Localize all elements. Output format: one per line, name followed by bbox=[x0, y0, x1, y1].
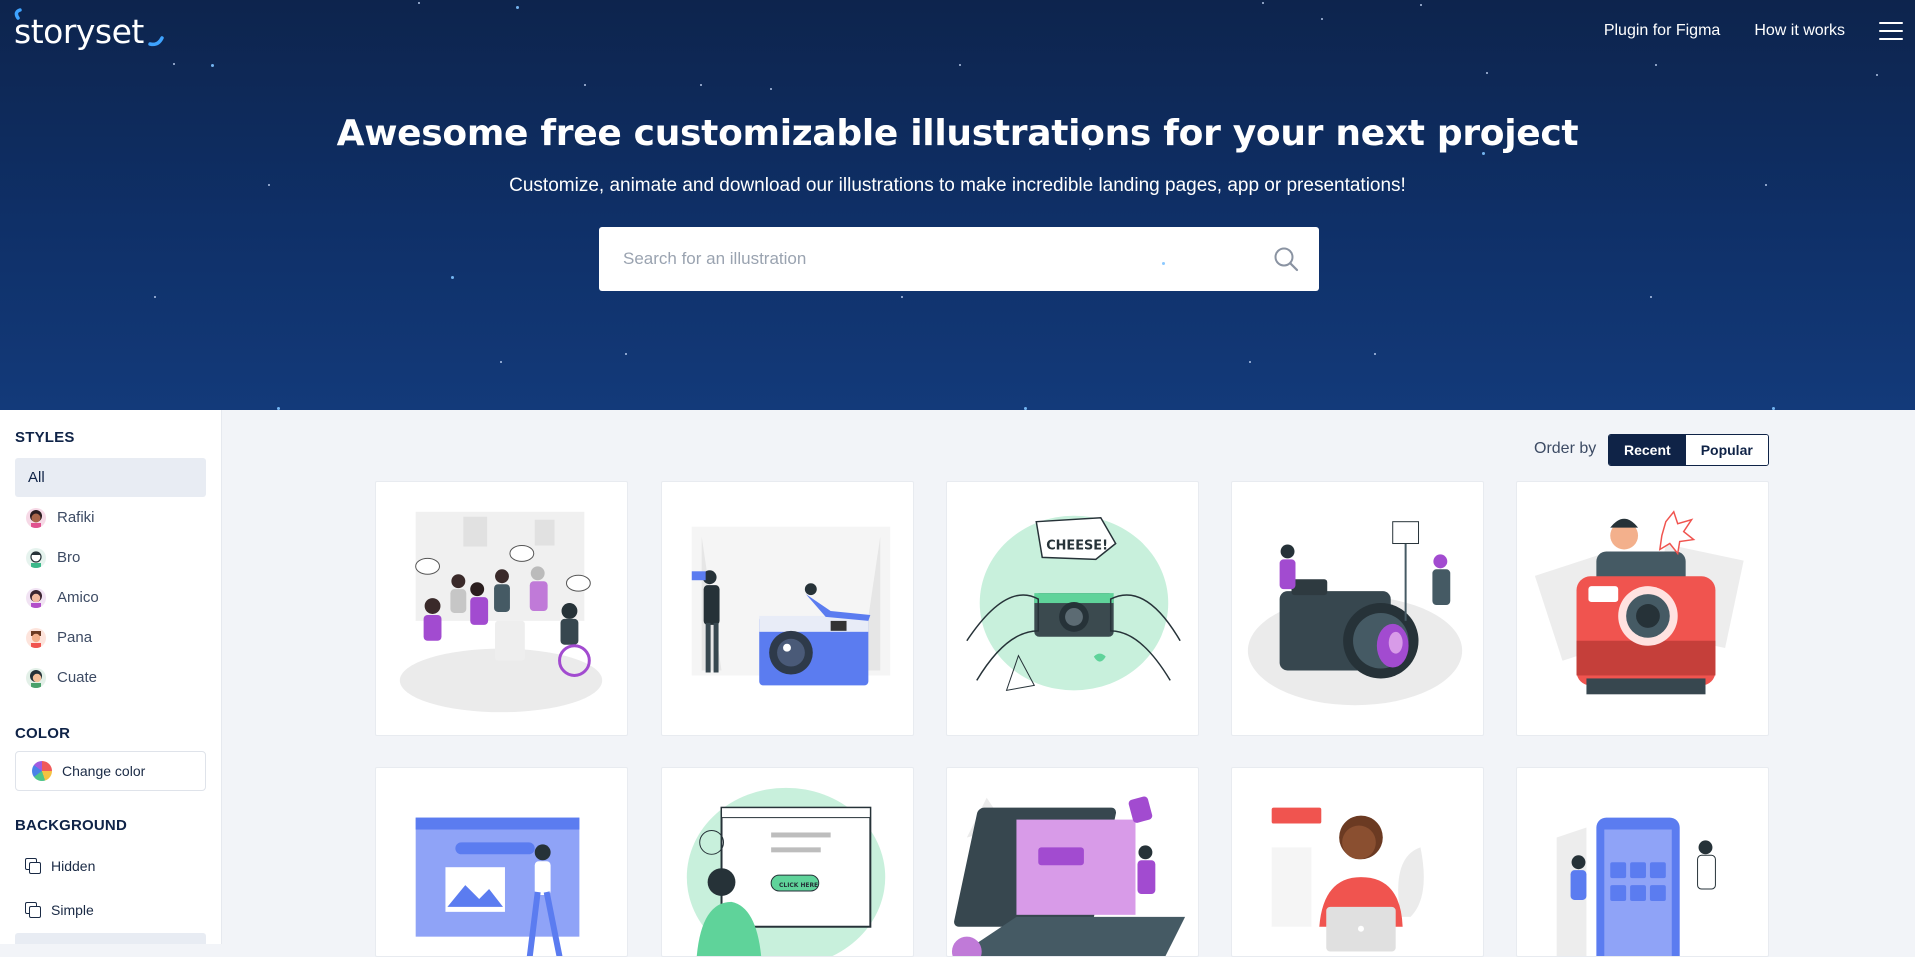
background-option-simple[interactable]: Simple bbox=[25, 902, 94, 918]
star-decoration bbox=[1374, 353, 1376, 355]
star-decoration bbox=[1876, 74, 1878, 76]
search-bar bbox=[599, 227, 1319, 291]
color-wheel-icon bbox=[32, 761, 52, 781]
background-option-partial[interactable] bbox=[15, 933, 206, 944]
illustration-card[interactable] bbox=[1231, 767, 1484, 957]
star-decoration bbox=[1321, 18, 1323, 20]
amico-avatar-icon bbox=[26, 587, 46, 608]
illustration-card[interactable] bbox=[946, 767, 1199, 957]
change-color-label: Change color bbox=[62, 763, 146, 779]
top-nav: Plugin for Figma How it works bbox=[1604, 22, 1845, 40]
nav-plugin-figma[interactable]: Plugin for Figma bbox=[1604, 22, 1721, 40]
nav-how-it-works[interactable]: How it works bbox=[1754, 22, 1845, 40]
star-decoration bbox=[1162, 262, 1165, 265]
camera-photoshoot-illustration bbox=[1247, 521, 1463, 706]
group-meeting-illustration bbox=[399, 511, 603, 713]
star-decoration bbox=[770, 88, 772, 90]
cheese-camera-illustration: CHEESE! bbox=[966, 515, 1181, 691]
photographer-studio-illustration bbox=[691, 526, 891, 686]
rafiki-avatar-icon bbox=[26, 507, 46, 528]
star-decoration bbox=[1486, 72, 1488, 74]
style-item-all[interactable]: All bbox=[15, 458, 206, 497]
bro-avatar-icon bbox=[26, 547, 46, 568]
star-decoration bbox=[1262, 2, 1264, 4]
background-title: BACKGROUND bbox=[15, 817, 127, 834]
search-icon[interactable] bbox=[1273, 246, 1299, 272]
illustration-card[interactable] bbox=[375, 481, 628, 736]
order-recent-button[interactable]: Recent bbox=[1609, 435, 1686, 465]
background-option-hidden[interactable]: Hidden bbox=[25, 858, 95, 874]
star-decoration bbox=[668, 262, 670, 264]
illustration-card[interactable] bbox=[1231, 481, 1484, 736]
order-toggle: Recent Popular bbox=[1608, 434, 1769, 466]
star-decoration bbox=[584, 84, 586, 86]
style-item-rafiki[interactable]: Rafiki bbox=[15, 498, 206, 537]
cheese-text: CHEESE! bbox=[1046, 538, 1108, 553]
styles-title: STYLES bbox=[15, 429, 75, 446]
cuate-avatar-icon bbox=[26, 667, 46, 688]
star-decoration bbox=[516, 6, 519, 9]
star-decoration bbox=[418, 2, 420, 4]
hero-title: Awesome free customizable illustrations … bbox=[336, 113, 1579, 154]
hero-subtitle: Customize, animate and download our illu… bbox=[509, 175, 1406, 196]
illustration-card[interactable] bbox=[661, 481, 914, 736]
star-decoration bbox=[959, 64, 961, 66]
instant-camera-illustration bbox=[1534, 510, 1744, 695]
style-item-amico[interactable]: Amico bbox=[15, 578, 206, 617]
illustration-card[interactable] bbox=[375, 767, 628, 957]
star-decoration bbox=[1655, 64, 1657, 66]
style-label: Amico bbox=[57, 589, 99, 606]
star-decoration bbox=[451, 276, 454, 279]
star-decoration bbox=[901, 296, 903, 298]
menu-icon[interactable] bbox=[1879, 22, 1903, 40]
illustration-card[interactable]: CHEESE! bbox=[946, 481, 1199, 736]
star-decoration bbox=[1249, 361, 1251, 363]
click-here-browser-illustration: CLICK HERE bbox=[686, 787, 886, 956]
layers-icon bbox=[25, 902, 41, 918]
style-item-bro[interactable]: Bro bbox=[15, 538, 206, 577]
change-color-button[interactable]: Change color bbox=[15, 751, 206, 791]
click-here-laptop-illustration bbox=[951, 796, 1186, 956]
click-here-text: CLICK HERE bbox=[779, 882, 818, 889]
search-input[interactable] bbox=[599, 227, 1239, 291]
star-decoration bbox=[1650, 296, 1652, 298]
illustration-card[interactable] bbox=[1516, 481, 1769, 736]
star-decoration bbox=[277, 407, 280, 410]
pana-avatar-icon bbox=[26, 627, 46, 648]
style-item-pana[interactable]: Pana bbox=[15, 618, 206, 657]
style-label: Bro bbox=[57, 549, 81, 566]
style-label: Cuate bbox=[57, 669, 98, 686]
star-decoration bbox=[1765, 184, 1767, 186]
layers-icon bbox=[25, 858, 41, 874]
color-title: COLOR bbox=[15, 725, 71, 742]
star-decoration bbox=[625, 353, 627, 355]
mobile-app-illustration bbox=[1556, 817, 1716, 956]
click-here-sign-illustration bbox=[1271, 807, 1424, 952]
filter-sidebar: STYLES All Rafiki Bro Amico Pana Cuate C… bbox=[0, 0, 222, 944]
star-decoration bbox=[700, 84, 702, 86]
star-decoration bbox=[1024, 407, 1027, 410]
style-item-cuate[interactable]: Cuate bbox=[15, 658, 206, 697]
background-label: Simple bbox=[51, 902, 94, 918]
click-here-presentation-illustration bbox=[415, 817, 580, 956]
illustration-card[interactable] bbox=[1516, 767, 1769, 957]
background-label: Hidden bbox=[51, 858, 96, 874]
star-decoration bbox=[268, 184, 270, 186]
star-decoration bbox=[1772, 407, 1775, 410]
style-label: Rafiki bbox=[57, 509, 95, 526]
order-popular-button[interactable]: Popular bbox=[1685, 435, 1768, 465]
style-label: Pana bbox=[57, 629, 93, 646]
illustration-card[interactable]: CLICK HERE bbox=[661, 767, 914, 957]
style-label: All bbox=[28, 469, 45, 486]
order-by-label: Order by bbox=[1534, 440, 1597, 457]
star-decoration bbox=[1420, 4, 1422, 6]
star-decoration bbox=[500, 361, 502, 363]
star-decoration bbox=[1089, 148, 1091, 150]
star-decoration bbox=[1482, 152, 1485, 155]
hero-banner: storyset Plugin for Figma How it works A… bbox=[0, 0, 1915, 410]
